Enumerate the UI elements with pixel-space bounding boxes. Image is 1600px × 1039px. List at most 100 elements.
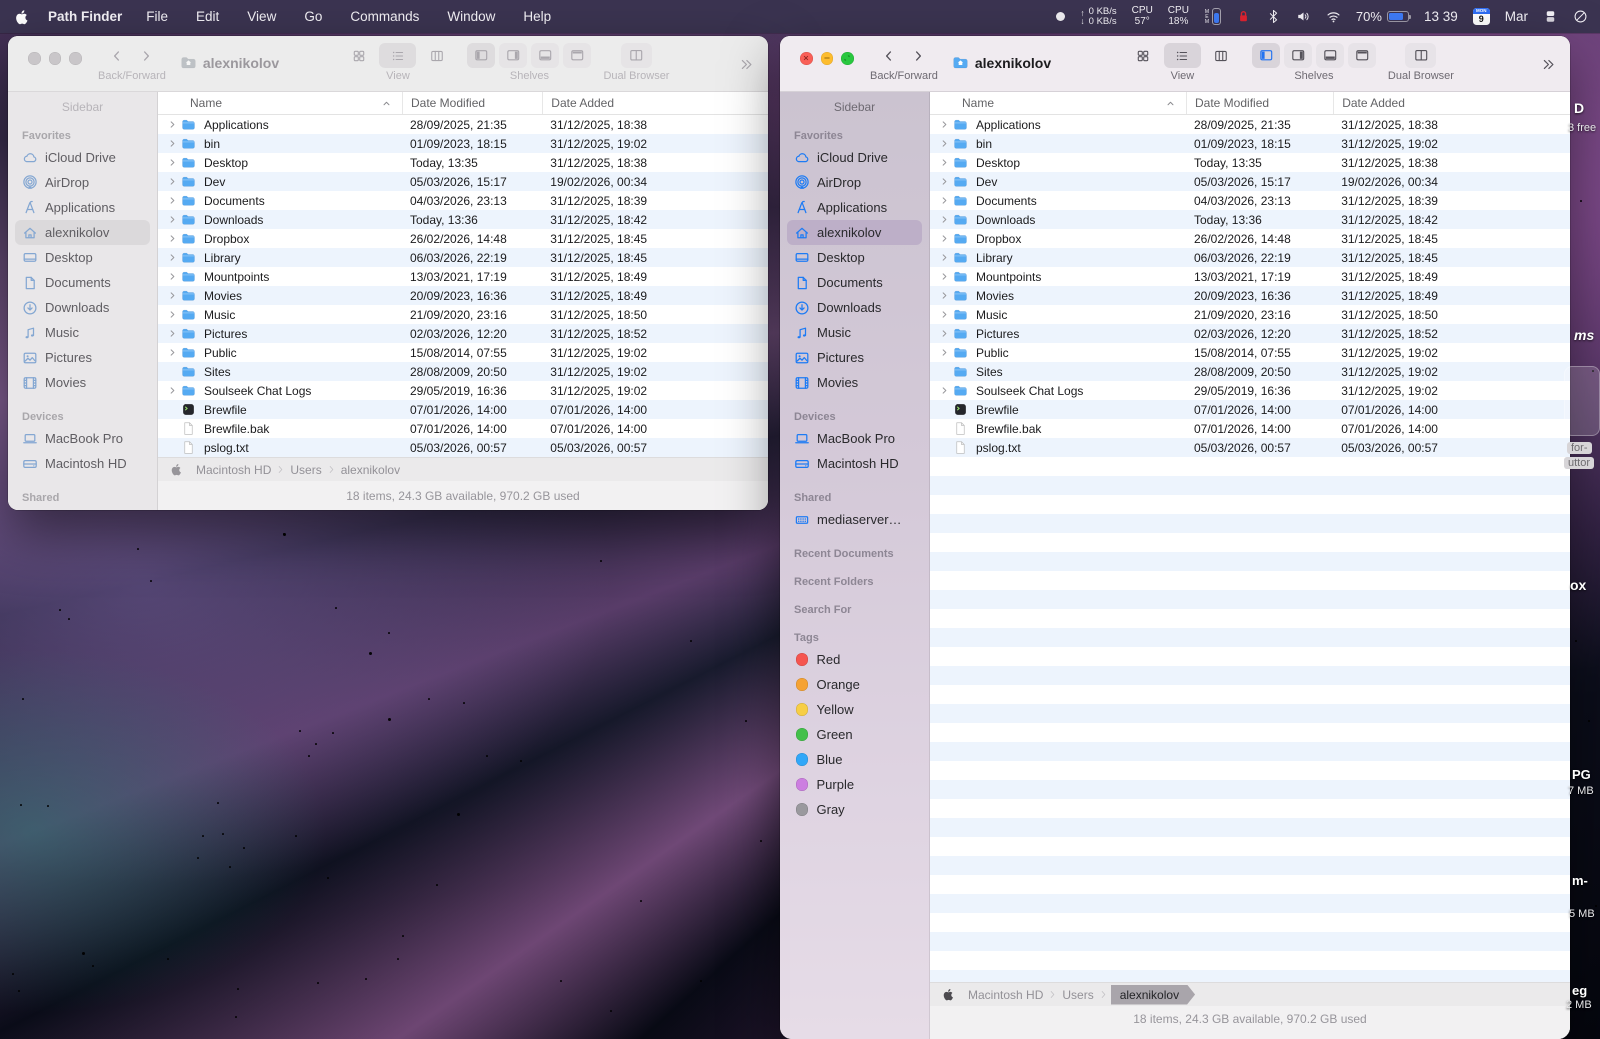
minimize-button[interactable] bbox=[49, 52, 62, 65]
file-row-sites[interactable]: Sites28/08/2009, 20:5031/12/2025, 19:02 bbox=[158, 362, 768, 381]
file-row-soulseek-chat-logs[interactable]: Soulseek Chat Logs29/05/2019, 16:3631/12… bbox=[930, 381, 1570, 400]
menu-edit[interactable]: Edit bbox=[196, 9, 219, 24]
do-not-disturb-icon[interactable] bbox=[1573, 9, 1588, 24]
desktop-icon-label[interactable]: ox bbox=[1570, 577, 1586, 593]
sidebar-item-airdrop[interactable]: AirDrop bbox=[787, 170, 922, 195]
file-row-music[interactable]: Music21/09/2020, 23:1631/12/2025, 18:50 bbox=[158, 305, 768, 324]
disclosure-icon[interactable] bbox=[164, 291, 181, 300]
view-list-button[interactable] bbox=[1164, 43, 1201, 68]
bluetooth-icon[interactable] bbox=[1266, 9, 1281, 24]
disclosure-icon[interactable] bbox=[164, 177, 181, 186]
file-row-dev[interactable]: Dev05/03/2026, 15:1719/02/2026, 00:34 bbox=[930, 172, 1570, 191]
disclosure-icon[interactable] bbox=[164, 120, 181, 129]
view-list-button[interactable] bbox=[379, 43, 416, 68]
file-row-pslog-txt[interactable]: pslog.txt05/03/2026, 00:5705/03/2026, 00… bbox=[158, 438, 768, 457]
desktop-icon-label[interactable]: 7 MB bbox=[1568, 785, 1594, 797]
clock[interactable]: 13 39 bbox=[1424, 9, 1458, 24]
close-button[interactable] bbox=[800, 52, 813, 65]
desktop-icon-label[interactable]: PG bbox=[1572, 767, 1591, 782]
desktop-icon-selection[interactable] bbox=[1564, 366, 1600, 436]
disclosure-icon[interactable] bbox=[164, 348, 181, 357]
file-row-dropbox[interactable]: Dropbox26/02/2026, 14:4831/12/2025, 18:4… bbox=[158, 229, 768, 248]
bottom-shelf-button[interactable] bbox=[1316, 43, 1344, 68]
toolbar-overflow-button[interactable] bbox=[1541, 57, 1556, 72]
sidebar-item-airdrop[interactable]: AirDrop bbox=[15, 170, 150, 195]
sidebar-item-desktop[interactable]: Desktop bbox=[787, 245, 922, 270]
file-row-applications[interactable]: Applications28/09/2025, 21:3531/12/2025,… bbox=[930, 115, 1570, 134]
sidebar-item-mediaserver[interactable]: mediaserver… bbox=[15, 507, 150, 510]
disclosure-icon[interactable] bbox=[936, 139, 953, 148]
cpu-temperature-item[interactable]: CPU 57° bbox=[1132, 6, 1153, 27]
desktop-icon-label[interactable]: ms bbox=[1574, 327, 1594, 343]
top-shelf-button[interactable] bbox=[563, 43, 591, 68]
disclosure-icon[interactable] bbox=[936, 177, 953, 186]
sidebar-item-music[interactable]: Music bbox=[787, 320, 922, 345]
file-row-pictures[interactable]: Pictures02/03/2026, 12:2031/12/2025, 18:… bbox=[930, 324, 1570, 343]
column-header-date-added[interactable]: Date Added bbox=[1333, 92, 1570, 114]
column-header-name[interactable]: Name bbox=[158, 92, 402, 114]
disclosure-icon[interactable] bbox=[164, 386, 181, 395]
sidebar-item-applications[interactable]: Applications bbox=[15, 195, 150, 220]
toolbar-overflow-button[interactable] bbox=[739, 57, 754, 72]
menu-view[interactable]: View bbox=[247, 9, 276, 24]
sidebar-item-pictures[interactable]: Pictures bbox=[15, 345, 150, 370]
disclosure-icon[interactable] bbox=[936, 253, 953, 262]
sidebar-item-macbook-pro[interactable]: MacBook Pro bbox=[15, 426, 150, 451]
sidebar-item-downloads[interactable]: Downloads bbox=[787, 295, 922, 320]
breadcrumb-alexnikolov[interactable]: alexnikolov bbox=[336, 461, 405, 479]
forward-button[interactable] bbox=[133, 43, 160, 68]
file-row-documents[interactable]: Documents04/03/2026, 23:1331/12/2025, 18… bbox=[930, 191, 1570, 210]
file-row-pictures[interactable]: Pictures02/03/2026, 12:2031/12/2025, 18:… bbox=[158, 324, 768, 343]
menu-commands[interactable]: Commands bbox=[350, 9, 419, 24]
sidebar-item-music[interactable]: Music bbox=[15, 320, 150, 345]
sidebar-item-blue[interactable]: Blue bbox=[787, 747, 922, 772]
desktop-icon-label[interactable]: 5 MB bbox=[1569, 908, 1595, 920]
file-row-desktop[interactable]: DesktopToday, 13:3531/12/2025, 18:38 bbox=[158, 153, 768, 172]
minimize-button[interactable] bbox=[821, 52, 834, 65]
wifi-icon[interactable] bbox=[1326, 9, 1341, 24]
zoom-button[interactable] bbox=[841, 52, 854, 65]
disclosure-icon[interactable] bbox=[936, 310, 953, 319]
file-row-brewfile[interactable]: Brewfile07/01/2026, 14:0007/01/2026, 14:… bbox=[158, 400, 768, 419]
right-shelf-button[interactable] bbox=[1284, 43, 1312, 68]
desktop-icon-label[interactable]: 2 MB bbox=[1566, 999, 1592, 1011]
sidebar-item-macintosh-hd[interactable]: Macintosh HD bbox=[787, 451, 922, 476]
file-row-soulseek-chat-logs[interactable]: Soulseek Chat Logs29/05/2019, 16:3631/12… bbox=[158, 381, 768, 400]
recording-indicator-icon[interactable] bbox=[1056, 12, 1065, 21]
file-row-brewfile-bak[interactable]: Brewfile.bak07/01/2026, 14:0007/01/2026,… bbox=[930, 419, 1570, 438]
disclosure-icon[interactable] bbox=[936, 329, 953, 338]
disclosure-icon[interactable] bbox=[164, 234, 181, 243]
disclosure-icon[interactable] bbox=[936, 234, 953, 243]
close-button[interactable] bbox=[28, 52, 41, 65]
desktop-icon-label[interactable]: m- bbox=[1572, 873, 1588, 888]
file-row-dev[interactable]: Dev05/03/2026, 15:1719/02/2026, 00:34 bbox=[158, 172, 768, 191]
sidebar-item-alexnikolov[interactable]: alexnikolov bbox=[15, 220, 150, 245]
file-row-downloads[interactable]: DownloadsToday, 13:3631/12/2025, 18:42 bbox=[930, 210, 1570, 229]
view-grid-button[interactable] bbox=[340, 43, 377, 68]
sidebar-item-applications[interactable]: Applications bbox=[787, 195, 922, 220]
breadcrumb-macintosh-hd[interactable]: Macintosh HD bbox=[963, 986, 1048, 1004]
zoom-button[interactable] bbox=[69, 52, 82, 65]
file-row-brewfile-bak[interactable]: Brewfile.bak07/01/2026, 14:0007/01/2026,… bbox=[158, 419, 768, 438]
file-row-music[interactable]: Music21/09/2020, 23:1631/12/2025, 18:50 bbox=[930, 305, 1570, 324]
sidebar-item-icloud-drive[interactable]: iCloud Drive bbox=[787, 145, 922, 170]
bottom-shelf-button[interactable] bbox=[531, 43, 559, 68]
file-row-bin[interactable]: bin01/09/2023, 18:1531/12/2025, 19:02 bbox=[158, 134, 768, 153]
apple-menu-icon[interactable] bbox=[14, 8, 32, 26]
sidebar-item-desktop[interactable]: Desktop bbox=[15, 245, 150, 270]
breadcrumb-users[interactable]: Users bbox=[1057, 986, 1098, 1004]
sidebar-item-icloud-drive[interactable]: iCloud Drive bbox=[15, 145, 150, 170]
left-shelf-button[interactable] bbox=[467, 43, 495, 68]
column-header-name[interactable]: Name bbox=[930, 92, 1186, 114]
column-header-date-modified[interactable]: Date Modified bbox=[402, 92, 542, 114]
apple-root-icon[interactable] bbox=[170, 463, 184, 477]
disclosure-icon[interactable] bbox=[936, 348, 953, 357]
sidebar-item-mediaserver[interactable]: mediaserver… bbox=[787, 507, 922, 532]
file-row-sites[interactable]: Sites28/08/2009, 20:5031/12/2025, 19:02 bbox=[930, 362, 1570, 381]
disclosure-icon[interactable] bbox=[164, 310, 181, 319]
back-button[interactable] bbox=[876, 43, 903, 68]
breadcrumb-users[interactable]: Users bbox=[285, 461, 326, 479]
desktop-icon-label[interactable]: uttor bbox=[1564, 457, 1594, 469]
disclosure-icon[interactable] bbox=[164, 272, 181, 281]
file-row-public[interactable]: Public15/08/2014, 07:5531/12/2025, 19:02 bbox=[930, 343, 1570, 362]
